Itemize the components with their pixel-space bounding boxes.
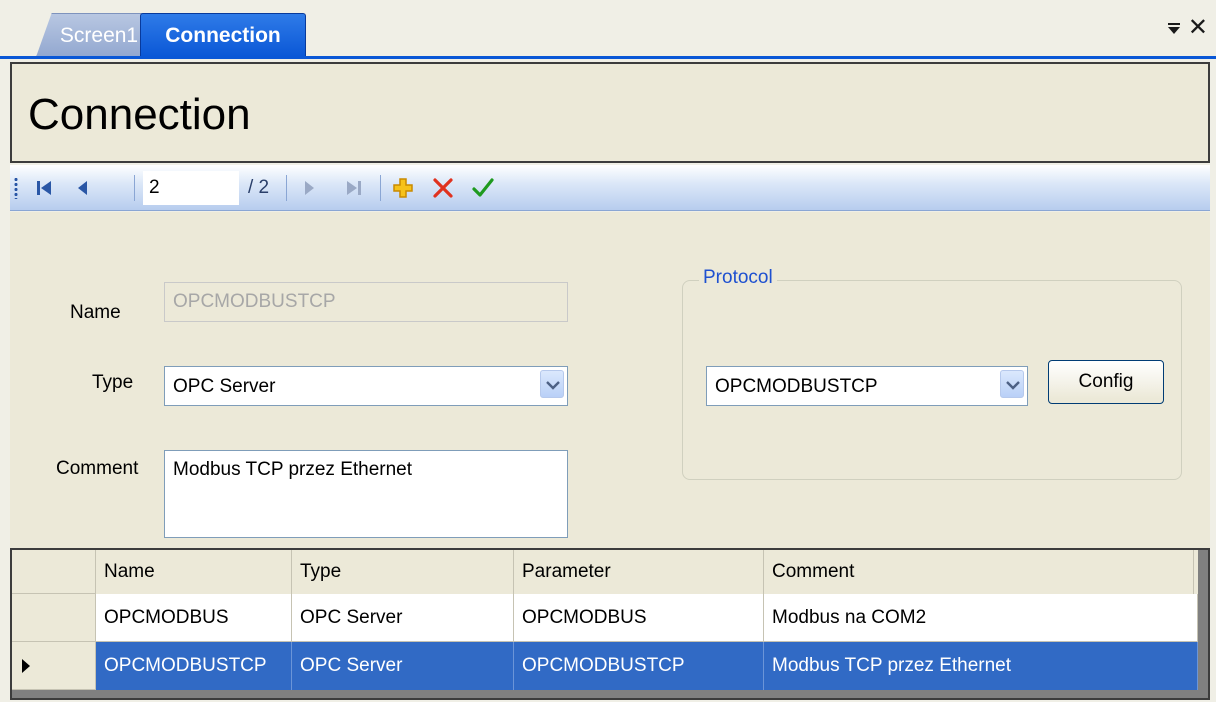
first-record-icon[interactable] — [32, 175, 58, 201]
column-header-name[interactable]: Name — [96, 550, 292, 594]
row-header[interactable] — [12, 594, 96, 642]
table-row-selected[interactable]: OPCMODBUSTCP OPC Server OPCMODBUSTCP Mod… — [12, 642, 1198, 690]
connection-form: Name OPCMODBUSTCP Type OPC Server Commen… — [10, 212, 1210, 548]
close-icon[interactable]: ✕ — [1188, 16, 1208, 40]
document-tab-strip: Screen1 Connection ✕ — [0, 0, 1216, 64]
last-record-icon[interactable] — [340, 175, 366, 201]
tab-connection[interactable]: Connection — [140, 13, 306, 57]
toolbar-separator — [134, 175, 135, 201]
cell-type[interactable]: OPC Server — [292, 642, 514, 690]
cell-type[interactable]: OPC Server — [292, 594, 514, 642]
cell-comment[interactable]: Modbus TCP przez Ethernet — [764, 642, 1198, 690]
grid-header-row: Name Type Parameter Comment — [12, 550, 1198, 594]
record-total-count: / 2 — [248, 177, 270, 198]
type-select[interactable]: OPC Server — [164, 366, 568, 406]
protocol-select-value: OPCMODBUSTCP — [715, 376, 878, 397]
add-record-icon[interactable] — [390, 175, 416, 201]
previous-record-icon[interactable] — [70, 175, 96, 201]
name-label: Name — [70, 302, 121, 323]
record-navigator-toolbar: / 2 — [10, 165, 1210, 211]
config-button[interactable]: Config — [1048, 360, 1164, 404]
column-header-type[interactable]: Type — [292, 550, 514, 594]
tab-strip-underline — [0, 56, 1216, 59]
cell-name[interactable]: OPCMODBUS — [96, 594, 292, 642]
connections-grid: Name Type Parameter Comment OPCMODBUS OP… — [10, 548, 1210, 700]
comment-label: Comment — [56, 458, 139, 479]
column-header-comment[interactable]: Comment — [764, 550, 1194, 594]
type-select-value: OPC Server — [173, 376, 276, 397]
current-record-input[interactable] — [143, 171, 239, 205]
row-header[interactable] — [12, 642, 96, 690]
table-row[interactable]: OPCMODBUS OPC Server OPCMODBUS Modbus na… — [12, 594, 1198, 642]
type-dropdown-button[interactable] — [540, 370, 564, 398]
window-menu-dropdown-icon[interactable] — [1166, 20, 1182, 36]
cell-name[interactable]: OPCMODBUSTCP — [96, 642, 292, 690]
page-title: Connection — [28, 90, 251, 139]
chevron-down-icon — [546, 381, 560, 390]
name-field: OPCMODBUSTCP — [164, 282, 568, 322]
toolbar-separator — [380, 175, 381, 201]
save-record-icon[interactable] — [470, 175, 496, 201]
protocol-select[interactable]: OPCMODBUSTCP — [706, 366, 1028, 406]
protocol-legend: Protocol — [699, 267, 777, 289]
comment-textarea[interactable]: Modbus TCP przez Ethernet — [164, 450, 568, 538]
type-label: Type — [92, 372, 134, 393]
cell-comment[interactable]: Modbus na COM2 — [764, 594, 1198, 642]
grid-corner — [12, 550, 96, 594]
next-record-icon[interactable] — [296, 175, 322, 201]
toolbar-grip-icon[interactable] — [14, 177, 18, 199]
cell-parameter[interactable]: OPCMODBUS — [514, 594, 764, 642]
delete-record-icon[interactable] — [430, 175, 456, 201]
protocol-dropdown-button[interactable] — [1000, 370, 1024, 398]
page-header: Connection — [10, 62, 1210, 163]
chevron-down-icon — [1006, 381, 1020, 390]
toolbar-separator — [286, 175, 287, 201]
column-header-parameter[interactable]: Parameter — [514, 550, 764, 594]
current-row-pointer-icon — [22, 659, 30, 673]
tab-screen1[interactable]: Screen1 — [36, 13, 148, 57]
cell-parameter[interactable]: OPCMODBUSTCP — [514, 642, 764, 690]
